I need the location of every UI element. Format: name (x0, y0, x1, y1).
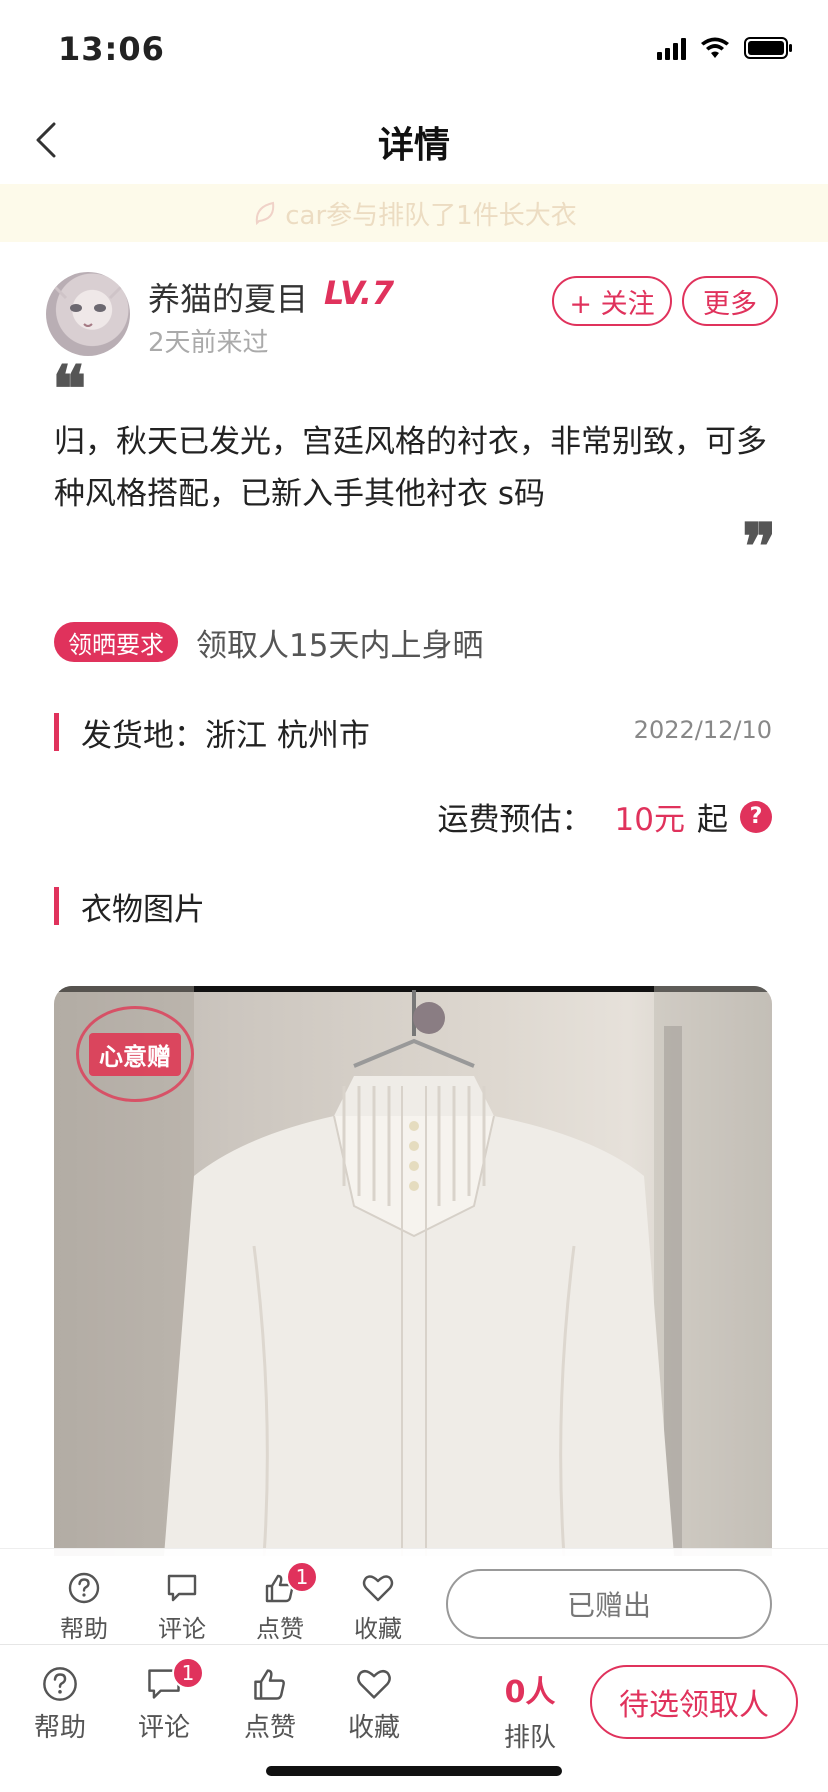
wifi-icon (701, 37, 729, 58)
status-time: 13:06 (58, 30, 165, 68)
queue-counter[interactable]: 0人 排队 (494, 1667, 566, 1754)
photos-title: 衣物图片 (81, 891, 205, 928)
comment-icon (167, 1574, 197, 1602)
queue-count: 0人 (504, 1675, 556, 1710)
section-bar (54, 887, 59, 925)
heart-icon (362, 1575, 394, 1602)
banner-text: car参与排队了1件长大衣 (285, 200, 577, 231)
requirement-badge: 领晒要求 (54, 622, 178, 662)
favorite-label: 收藏 (347, 1713, 400, 1743)
heart-icon (357, 1669, 391, 1699)
open-quote-icon: ❝ (52, 352, 87, 427)
user-row: 养猫的夏目 LV.7 2天前来过 + 关注 更多 (46, 272, 786, 358)
username[interactable]: 养猫的夏目 (148, 274, 308, 320)
clothing-photo[interactable]: 心意赠 (54, 986, 772, 1556)
queue-label: 排队 (503, 1723, 556, 1753)
requirement-text: 领取人15天内上身晒 (196, 627, 484, 664)
photos-section: 衣物图片 (54, 886, 205, 928)
cat-avatar-icon (52, 284, 124, 327)
stamp-label: 心意赠 (89, 1032, 181, 1076)
overlay-help-button[interactable]: 帮助 (44, 1571, 124, 1644)
favorite-button[interactable]: 收藏 (334, 1665, 414, 1744)
battery-icon (744, 37, 792, 59)
help-button[interactable]: 帮助 (20, 1665, 100, 1744)
origin-label: 发货地：浙江 杭州市 (81, 717, 370, 754)
fee-value: 10元 (614, 802, 685, 838)
last-seen: 2天前来过 (148, 328, 269, 358)
status-icons (657, 36, 794, 60)
user-level: LV.7 (324, 274, 395, 312)
signal-icon (657, 36, 686, 60)
thumbs-up-icon (254, 1669, 285, 1700)
post-date: 2022/12/10 (633, 716, 772, 744)
page-title: 详情 (377, 125, 450, 166)
leaf-icon (256, 201, 275, 226)
close-quote-icon: ❞ (742, 510, 777, 585)
section-bar (54, 713, 59, 751)
gift-stamp: 心意赠 (76, 1006, 194, 1102)
requirement-row: 领晒要求 领取人15天内上身晒 (54, 620, 483, 664)
follow-button[interactable]: + 关注 (552, 276, 672, 326)
comment-label: 评论 (137, 1713, 190, 1743)
origin-section: 发货地：浙江 杭州市 (54, 712, 370, 754)
status-bar: 13:06 (0, 0, 828, 96)
item-description: 归，秋天已发光，宫廷风格的衬衣，非常别致，可多种风格搭配，已新入手其他衬衣 s码 (54, 424, 767, 512)
given-away-button[interactable]: 已赠出 (446, 1569, 772, 1639)
overlay-favorite-button[interactable]: 收藏 (338, 1571, 418, 1644)
overlay-favorite-label: 收藏 (354, 1615, 402, 1643)
help-label: 帮助 (33, 1713, 86, 1743)
like-button[interactable]: 点赞 (230, 1665, 310, 1744)
more-button[interactable]: 更多 (682, 276, 778, 326)
activity-banner: car参与排队了1件长大衣 (0, 184, 828, 242)
overlay-comment-button[interactable]: 评论 (142, 1571, 222, 1644)
fee-help-icon[interactable]: ? (740, 800, 772, 833)
help-icon (43, 1667, 77, 1701)
fee-label: 运费预估： (437, 802, 593, 838)
home-indicator (266, 1766, 562, 1776)
shipping-fee-row: 运费预估： 10元 起 ? (438, 794, 772, 839)
overlay-action-bar: 帮助 评论 点赞 1 收藏 已赠出 (0, 1548, 828, 1644)
help-icon (68, 1572, 100, 1604)
nav-bar: 详情 (0, 96, 828, 184)
avatar[interactable] (46, 272, 130, 356)
select-recipient-button[interactable]: 待选领取人 (590, 1665, 798, 1739)
overlay-like-label: 点赞 (256, 1615, 304, 1643)
like-label: 点赞 (243, 1713, 296, 1743)
like-count-badge: 1 (286, 1561, 318, 1593)
overlay-comment-label: 评论 (158, 1615, 206, 1643)
comment-count-badge: 1 (172, 1657, 204, 1689)
overlay-help-label: 帮助 (60, 1615, 108, 1643)
fee-suffix: 起 (697, 802, 728, 838)
